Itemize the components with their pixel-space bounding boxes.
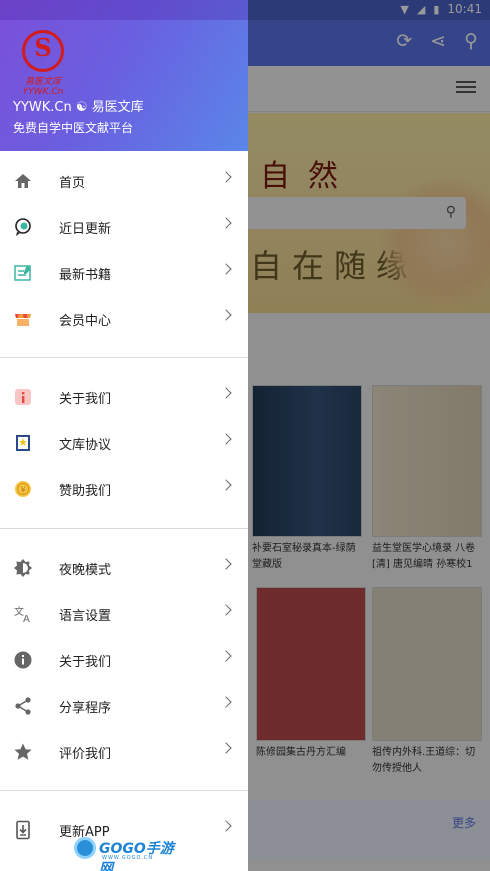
menu-item-label: 会员中心 [59, 314, 112, 329]
menu-item-label: 评价我们 [59, 747, 112, 762]
chevron-right-icon [220, 604, 232, 616]
menu-item-night-mode[interactable]: 夜晚模式 [0, 545, 248, 591]
star-icon [14, 743, 32, 760]
agreement-icon [16, 435, 30, 451]
menu-divider [0, 790, 248, 791]
menu-divider [0, 528, 248, 529]
download-app-icon [16, 820, 30, 840]
menu-item-member-center[interactable]: 会员中心 [0, 296, 248, 342]
chevron-right-icon [220, 309, 232, 321]
menu-group-settings: 夜晚模式 文A 语言设置 关于我们 分享程序 评价我们 [0, 545, 248, 775]
logo-text: 易医文库 YYWK.Cn [22, 77, 64, 97]
svg-text:A: A [23, 614, 30, 624]
site-logo: S 易医文库 YYWK.Cn [14, 30, 72, 97]
site-subtitle: 免费自学中医文献平台 [13, 121, 134, 135]
drawer-status-strip [0, 0, 248, 20]
chevron-right-icon [220, 742, 232, 754]
logo-mark: S [34, 33, 52, 62]
menu-item-home[interactable]: 首页 [0, 158, 248, 204]
chevron-right-icon [220, 433, 232, 445]
store-icon [15, 314, 31, 326]
night-mode-icon [14, 559, 32, 577]
menu-item-label: 关于我们 [59, 655, 112, 670]
menu-item-rate-us[interactable]: 评价我们 [0, 729, 248, 775]
menu-item-recent-updates[interactable]: 近日更新 [0, 204, 248, 250]
site-title: YYWK.Cn ☯ 易医文库 [13, 100, 144, 115]
menu-item-label: 夜晚模式 [59, 563, 112, 578]
menu-item-sponsor-us[interactable]: ¥ 赞助我们 [0, 466, 248, 512]
menu-item-label: 文库协议 [59, 438, 112, 453]
menu-item-label: 赞助我们 [59, 484, 112, 499]
gogo-watermark: GOGO手游网 WWW.GOGO.CN [74, 836, 174, 871]
menu-group-about: 关于我们 文库协议 ¥ 赞助我们 [0, 374, 248, 512]
chevron-right-icon [220, 650, 232, 662]
menu-item-label: 语言设置 [59, 609, 112, 624]
chevron-right-icon [220, 217, 232, 229]
edit-list-icon [14, 265, 31, 281]
menu-divider [0, 357, 248, 358]
chevron-right-icon [220, 696, 232, 708]
menu-item-language-settings[interactable]: 文A 语言设置 [0, 591, 248, 637]
watermark-url: WWW.GOGO.CN [102, 855, 154, 861]
share-icon [15, 697, 31, 715]
menu-item-label: 关于我们 [59, 392, 112, 407]
coin-icon: ¥ [15, 481, 31, 497]
chevron-right-icon [220, 171, 232, 183]
chat-update-icon [15, 218, 31, 236]
menu-group-main: 首页 近日更新 最新书籍 会员中心 [0, 158, 248, 342]
svg-text:¥: ¥ [20, 486, 25, 495]
info-icon [14, 651, 32, 669]
menu-item-label: 最新书籍 [59, 268, 112, 283]
menu-item-about-us[interactable]: 关于我们 [0, 374, 248, 420]
drawer-header: S 易医文库 YYWK.Cn YYWK.Cn ☯ 易医文库 免费自学中医文献平台 [0, 0, 248, 151]
navigation-drawer: S 易医文库 YYWK.Cn YYWK.Cn ☯ 易医文库 免费自学中医文献平台… [0, 0, 248, 871]
home-icon [15, 174, 31, 188]
menu-item-share-app[interactable]: 分享程序 [0, 683, 248, 729]
menu-item-label: 首页 [59, 176, 86, 191]
chevron-right-icon [220, 558, 232, 570]
info-badge-icon [15, 389, 31, 405]
translate-icon: 文A [14, 605, 30, 624]
chevron-right-icon [220, 479, 232, 491]
chevron-right-icon [220, 387, 232, 399]
menu-item-library-agreement[interactable]: 文库协议 [0, 420, 248, 466]
gogo-logo-icon [74, 837, 96, 859]
menu-item-label: 分享程序 [59, 701, 112, 716]
menu-item-about-us-2[interactable]: 关于我们 [0, 637, 248, 683]
chevron-right-icon [220, 820, 232, 832]
chevron-right-icon [220, 263, 232, 275]
menu-item-new-books[interactable]: 最新书籍 [0, 250, 248, 296]
menu-item-label: 近日更新 [59, 222, 112, 237]
